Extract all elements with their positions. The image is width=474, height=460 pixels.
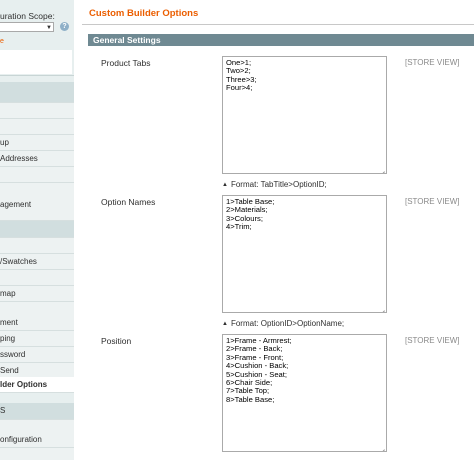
field-hint: ▲ Format: OptionID>OptionName; xyxy=(222,319,344,328)
sidebar-item-addresses[interactable]: Addresses xyxy=(0,151,74,167)
sidebar-section-header[interactable] xyxy=(0,82,74,103)
sidebar-item-sitemap[interactable]: map xyxy=(0,286,74,302)
chevron-down-icon: ▼ xyxy=(46,25,52,31)
option-names-textarea[interactable]: 1>Table Base; 2>Materials; 3>Colours; 4>… xyxy=(222,195,387,313)
sidebar-item[interactable] xyxy=(0,167,74,183)
sidebar-item-swatches[interactable]: /Swatches xyxy=(0,254,74,270)
field-label-product-tabs: Product Tabs xyxy=(101,58,151,68)
sidebar-item-group[interactable]: up xyxy=(0,135,74,151)
sidebar-item-payment[interactable]: ment xyxy=(0,315,74,331)
product-tabs-textarea[interactable]: One>1; Two>2; Three>3; Four>4; xyxy=(222,56,387,174)
main-content: Custom Builder Options General Settings … xyxy=(82,0,474,460)
field-label-position: Position xyxy=(101,336,132,346)
caret-up-icon: ▲ xyxy=(222,321,228,327)
scope-switcher: uration Scope: ▼ ? e xyxy=(0,0,74,76)
config-sidebar: uration Scope: ▼ ? e up Addresses agemen… xyxy=(0,0,74,460)
scope-value: e xyxy=(0,38,4,45)
field-hint: ▲ Format: TabTitle>OptionID; xyxy=(222,180,327,189)
sidebar-item[interactable] xyxy=(0,103,74,119)
position-textarea[interactable]: 1>Frame - Armrest; 2>Frame - Back; 3>Fra… xyxy=(222,334,387,452)
divider xyxy=(82,24,474,25)
page-title: Custom Builder Options xyxy=(89,8,199,19)
sidebar-item-configuration[interactable]: onfiguration xyxy=(0,432,74,448)
resize-grip-icon[interactable] xyxy=(379,305,385,311)
sidebar-item-management[interactable]: agement xyxy=(0,183,74,221)
hint-text: Format: TabTitle>OptionID; xyxy=(230,180,327,189)
sidebar-section-header[interactable]: S xyxy=(0,403,74,420)
sidebar-section-header[interactable] xyxy=(0,221,74,238)
resize-grip-icon[interactable] xyxy=(379,444,385,450)
hint-text: Format: OptionID>OptionName; xyxy=(230,319,345,328)
sidebar-item[interactable] xyxy=(0,119,74,135)
scope-label: uration Scope: xyxy=(0,11,55,21)
sidebar-item-shipping[interactable]: ping xyxy=(0,331,74,347)
scope-panel xyxy=(0,50,72,74)
sidebar-item[interactable] xyxy=(0,270,74,286)
resize-grip-icon[interactable] xyxy=(379,166,385,172)
field-label-option-names: Option Names xyxy=(101,197,156,207)
scope-indicator: [STORE VIEW] xyxy=(405,197,460,206)
scope-select[interactable]: ▼ xyxy=(0,22,54,32)
scope-indicator: [STORE VIEW] xyxy=(405,58,460,67)
caret-up-icon: ▲ xyxy=(222,182,228,188)
sidebar-item-builder-options[interactable]: lder Options xyxy=(0,377,74,393)
scope-indicator: [STORE VIEW] xyxy=(405,336,460,345)
sidebar-item[interactable] xyxy=(0,448,74,460)
help-icon[interactable]: ? xyxy=(60,22,69,31)
sidebar-item-password[interactable]: ssword xyxy=(0,347,74,363)
sidebar-item[interactable] xyxy=(0,238,74,254)
section-header[interactable]: General Settings xyxy=(88,34,474,46)
